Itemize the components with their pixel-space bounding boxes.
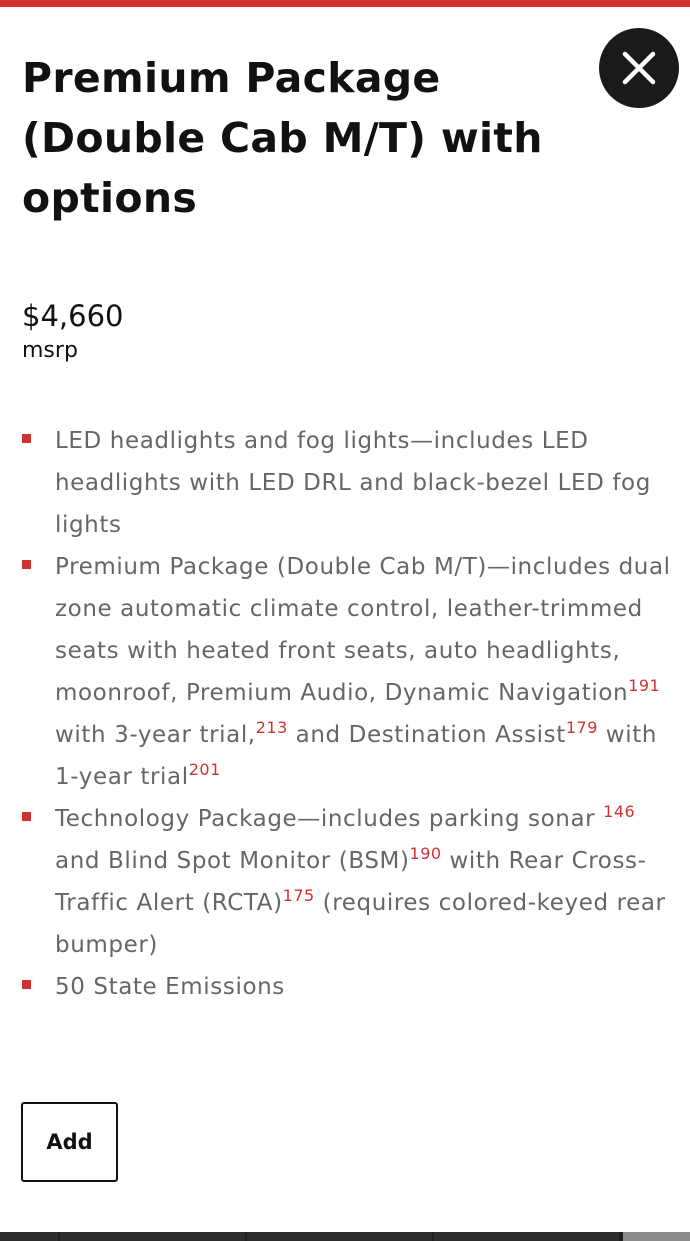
bottom-strip-segment <box>247 1232 432 1241</box>
feature-text: Technology Package—includes parking sona… <box>55 806 604 832</box>
feature-item: LED headlights and fog lights—includes L… <box>22 420 672 546</box>
feature-list: LED headlights and fog lights—includes L… <box>22 420 672 1008</box>
feature-text: LED headlights and fog lights—includes L… <box>55 428 651 538</box>
package-detail-modal: Premium Package (Double Cab M/T) with op… <box>0 0 690 1241</box>
bottom-strip-segment <box>0 1232 58 1241</box>
feature-text: 50 State Emissions <box>55 974 285 1000</box>
bullet-square-icon <box>22 560 31 569</box>
footnote-ref[interactable]: 213 <box>256 718 288 737</box>
footnote-ref[interactable]: 190 <box>410 844 442 863</box>
feature-text: and Blind Spot Monitor (BSM) <box>55 848 410 874</box>
feature-item: Premium Package (Double Cab M/T)—include… <box>22 546 672 798</box>
feature-text: and Destination Assist <box>287 722 566 748</box>
package-price: $4,660 <box>22 299 124 333</box>
feature-item: 50 State Emissions <box>22 966 672 1008</box>
close-button[interactable] <box>599 28 679 108</box>
bullet-square-icon <box>22 980 31 989</box>
accent-top-bar <box>0 0 690 7</box>
bullet-square-icon <box>22 434 31 443</box>
bottom-strip-end <box>623 1232 690 1241</box>
feature-text: Premium Package (Double Cab M/T)—include… <box>55 554 671 706</box>
feature-item: Technology Package—includes parking sona… <box>22 798 672 966</box>
footnote-ref[interactable]: 201 <box>189 760 221 779</box>
price-label: msrp <box>22 338 78 363</box>
bottom-strip-segment <box>60 1232 245 1241</box>
bottom-strip-segment <box>434 1232 619 1241</box>
footnote-ref[interactable]: 175 <box>283 886 315 905</box>
close-icon <box>622 51 656 85</box>
modal-title: Premium Package (Double Cab M/T) with op… <box>22 54 543 222</box>
footnote-ref[interactable]: 191 <box>628 676 660 695</box>
footnote-ref[interactable]: 146 <box>603 802 635 821</box>
bottom-toolbar-strip <box>0 1232 690 1241</box>
footnote-ref[interactable]: 179 <box>566 718 598 737</box>
feature-text: with 3-year trial, <box>55 722 256 748</box>
bullet-square-icon <box>22 812 31 821</box>
add-button[interactable]: Add <box>21 1102 118 1182</box>
